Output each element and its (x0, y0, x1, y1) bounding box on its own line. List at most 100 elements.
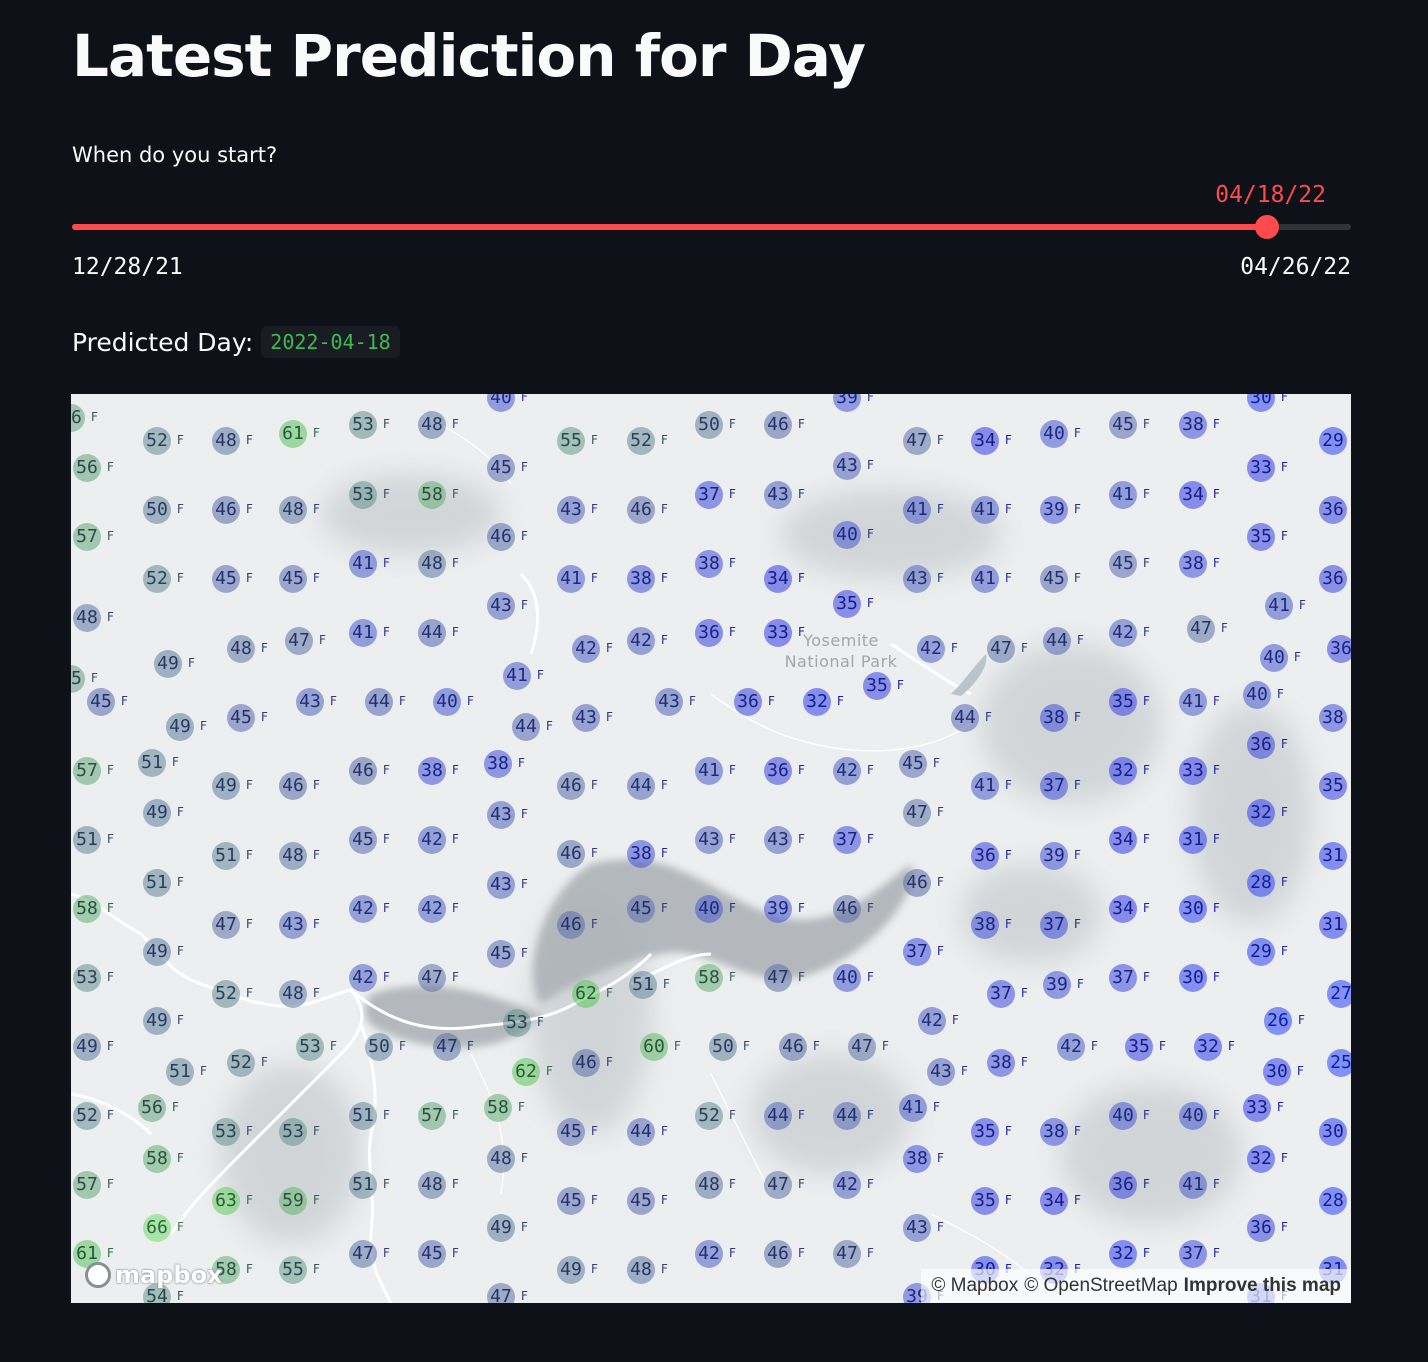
temperature-unit: F (452, 970, 459, 984)
temperature-unit: F (591, 917, 598, 931)
temperature-value: 36 (1322, 568, 1344, 589)
temperature-value: 46 (782, 1036, 804, 1057)
slider-fill (72, 224, 1267, 230)
temperature-unit: F (937, 502, 944, 516)
temperature-unit: F (661, 633, 668, 647)
temperature-unit: F (1005, 433, 1012, 447)
temperature-unit: F (1074, 710, 1081, 724)
temperature-value: 56 (71, 407, 82, 428)
temperature-unit: F (383, 1177, 390, 1191)
temperature-unit: F (1277, 1100, 1284, 1114)
temperature-value: 47 (352, 1243, 374, 1264)
temperature-value: 58 (421, 484, 443, 505)
temperature-unit: F (319, 633, 326, 647)
temperature-unit: F (521, 877, 528, 891)
park-label-line: Yosemite (803, 631, 879, 650)
temperature-value: 41 (352, 553, 374, 574)
temperature-unit: F (518, 1100, 525, 1114)
temperature-unit: F (246, 848, 253, 862)
temperature-unit: F (1213, 417, 1220, 431)
temperature-unit: F (246, 433, 253, 447)
temperature-value: 56 (141, 1097, 163, 1118)
temperature-unit: F (1005, 571, 1012, 585)
temperature-unit: F (177, 875, 184, 889)
temperature-value: 30 (1266, 1061, 1288, 1082)
temperature-unit: F (330, 1039, 337, 1053)
temperature-unit: F (937, 944, 944, 958)
temperature-value: 44 (767, 1105, 789, 1126)
improve-map-link[interactable]: Improve this map (1184, 1275, 1341, 1297)
temperature-unit: F (798, 901, 805, 915)
temperature-unit: F (452, 901, 459, 915)
temperature-unit: F (768, 694, 775, 708)
temperature-unit: F (937, 805, 944, 819)
temperature-value: 58 (146, 1148, 168, 1169)
temperature-value: 37 (1043, 914, 1065, 935)
temperature-value: 44 (368, 691, 390, 712)
osm-attribution-link[interactable]: © OpenStreetMap (1024, 1275, 1177, 1297)
mapbox-attribution-link[interactable]: © Mapbox (931, 1275, 1018, 1297)
temperature-unit: F (452, 832, 459, 846)
temperature-unit: F (261, 641, 268, 655)
temperature-value: 52 (698, 1105, 720, 1126)
temperature-unit: F (521, 1220, 528, 1234)
temperature-unit: F (729, 625, 736, 639)
temperature-value: 52 (230, 1052, 252, 1073)
temperature-value: 40 (836, 524, 858, 545)
temperature-value: 57 (421, 1105, 443, 1126)
temperature-value: 35 (1322, 775, 1344, 796)
temperature-unit: F (107, 763, 114, 777)
slider-current-value: 04/18/22 (1215, 182, 1326, 208)
temperature-value: 37 (1112, 967, 1134, 988)
temperature-value: 41 (974, 568, 996, 589)
temperature-unit: F (246, 917, 253, 931)
temperature-value: 41 (352, 622, 374, 643)
temperature-value: 58 (698, 967, 720, 988)
temperature-unit: F (1074, 848, 1081, 862)
predicted-day-label: Predicted Day: (72, 327, 254, 357)
temperature-map[interactable]: 56F52F48F61F53F48F40F55F52F50F46F39F47F3… (71, 394, 1351, 1303)
slider-max-label: 04/26/22 (1240, 254, 1351, 280)
temperature-value: 47 (851, 1036, 873, 1057)
temperature-unit: F (1074, 426, 1081, 440)
mapbox-logo[interactable]: mapbox (85, 1261, 223, 1289)
temperature-unit: F (521, 394, 528, 404)
temperature-unit: F (1213, 1177, 1220, 1191)
temperature-value: 30 (1322, 1121, 1344, 1142)
temperature-value: 47 (436, 1036, 458, 1057)
temperature-unit: F (591, 433, 598, 447)
slider-thumb[interactable] (1254, 215, 1279, 239)
temperature-unit: F (1143, 901, 1150, 915)
temperature-value: 53 (506, 1012, 528, 1033)
temperature-unit: F (1213, 901, 1220, 915)
temperature-unit: F (107, 529, 114, 543)
temperature-value: 35 (974, 1190, 996, 1211)
temperature-unit: F (937, 571, 944, 585)
temperature-value: 44 (1046, 630, 1068, 651)
temperature-value: 36 (1330, 638, 1351, 659)
temperature-value: 47 (767, 967, 789, 988)
temperature-unit: F (729, 901, 736, 915)
temperature-unit: F (546, 719, 553, 733)
date-slider[interactable] (72, 215, 1351, 239)
temperature-value: 42 (421, 898, 443, 919)
temperature-value: 52 (215, 983, 237, 1004)
temperature-value: 30 (1182, 898, 1204, 919)
temperature-value: 46 (560, 843, 582, 864)
temperature-value: 47 (215, 914, 237, 935)
temperature-value: 48 (421, 553, 443, 574)
temperature-value: 30 (1250, 394, 1272, 408)
temperature-value: 34 (974, 430, 996, 451)
temperature-value: 62 (515, 1061, 537, 1082)
temperature-unit: F (1005, 1124, 1012, 1138)
temperature-unit: F (383, 556, 390, 570)
temperature-unit: F (546, 1064, 553, 1078)
temperature-unit: F (591, 571, 598, 585)
temperature-unit: F (1213, 694, 1220, 708)
temperature-value: 38 (630, 568, 652, 589)
temperature-value: 58 (76, 898, 98, 919)
temperature-value: 52 (146, 568, 168, 589)
temperature-value: 43 (906, 568, 928, 589)
temperature-unit: F (91, 410, 98, 424)
temperature-unit: F (107, 970, 114, 984)
